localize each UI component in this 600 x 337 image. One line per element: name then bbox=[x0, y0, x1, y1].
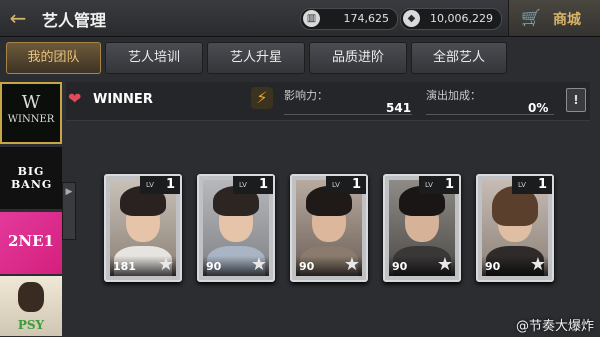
page-title: 艺人管理 bbox=[42, 11, 107, 30]
tab-star-up[interactable]: 艺人升星 bbox=[207, 42, 305, 74]
tab-all-artists[interactable]: 全部艺人 bbox=[411, 42, 507, 74]
level-tag: LV 1 bbox=[140, 176, 180, 194]
card-footer: 90 ★ bbox=[389, 254, 455, 276]
level-tag: LV 1 bbox=[419, 176, 459, 194]
level-value: 1 bbox=[444, 177, 454, 192]
shop-label: 商城 bbox=[553, 12, 581, 28]
sidebar-item-2ne1[interactable]: 2NE1 bbox=[0, 212, 62, 274]
top-bar: ← 艺人管理 ▥ 174,625 ◆ 10,006,229 🛒 商城 bbox=[0, 0, 600, 37]
watermark: @节奏大爆炸 bbox=[515, 319, 594, 334]
level-tag: LV 1 bbox=[512, 176, 552, 194]
member-card[interactable]: LV 1 90 ★ bbox=[476, 174, 554, 282]
tab-quality[interactable]: 品质进阶 bbox=[309, 42, 407, 74]
level-tag: LV 1 bbox=[233, 176, 273, 194]
chevron-right-icon: ▶ bbox=[65, 187, 73, 197]
bonus-label: 演出加成： bbox=[426, 89, 481, 102]
sidebar-label-2ne1: 2NE1 bbox=[7, 232, 55, 250]
group-name: WINNER bbox=[93, 92, 153, 107]
tab-training[interactable]: 艺人培训 bbox=[105, 42, 203, 74]
ticket-icon: ▥ bbox=[303, 10, 320, 27]
bonus-underline bbox=[426, 114, 554, 115]
diamond-resource: ◆ 10,006,229 bbox=[400, 8, 502, 30]
level-value: 1 bbox=[258, 177, 268, 192]
member-card[interactable]: LV 1 90 ★ bbox=[197, 174, 275, 282]
influence-underline bbox=[284, 114, 412, 115]
member-power: 90 bbox=[299, 260, 315, 273]
member-power: 90 bbox=[206, 260, 222, 273]
influence-label: 影响力： bbox=[284, 89, 328, 102]
level-label: LV bbox=[239, 181, 247, 189]
card-footer: 90 ★ bbox=[203, 254, 269, 276]
ticket-count: 174,625 bbox=[343, 12, 390, 25]
shop-button[interactable]: 🛒 商城 bbox=[508, 0, 600, 36]
card-footer: 90 ★ bbox=[482, 254, 548, 276]
star-icon: ★ bbox=[436, 254, 453, 275]
star-icon: ★ bbox=[250, 254, 267, 275]
info-alert-icon[interactable]: ! bbox=[566, 88, 586, 112]
diamond-count: 10,006,229 bbox=[430, 12, 493, 25]
member-power: 90 bbox=[392, 260, 408, 273]
level-label: LV bbox=[518, 181, 526, 189]
sidebar-item-winner[interactable]: W WINNER bbox=[0, 82, 62, 144]
winner-logo-mark: W bbox=[21, 92, 41, 113]
ticket-resource: ▥ 174,625 bbox=[300, 8, 398, 30]
level-tag: LV 1 bbox=[326, 176, 366, 194]
level-label: LV bbox=[332, 181, 340, 189]
sidebar-label-psy: PSY bbox=[17, 318, 45, 332]
cart-icon: 🛒 bbox=[521, 8, 541, 27]
lightning-icon[interactable]: ⚡ bbox=[251, 87, 273, 109]
level-label: LV bbox=[425, 181, 433, 189]
star-icon: ★ bbox=[343, 254, 360, 275]
sidebar-collapse-handle[interactable]: ▶ bbox=[62, 182, 76, 240]
member-power: 90 bbox=[485, 260, 501, 273]
back-arrow-icon[interactable]: ← bbox=[6, 6, 30, 30]
member-card[interactable]: LV 1 181 ★ bbox=[104, 174, 182, 282]
member-card[interactable]: LV 1 90 ★ bbox=[383, 174, 461, 282]
tab-my-team[interactable]: 我的团队 bbox=[6, 42, 101, 74]
sidebar-label-winner: WINNER bbox=[7, 114, 55, 125]
member-card[interactable]: LV 1 90 ★ bbox=[290, 174, 368, 282]
influence-value: 541 bbox=[386, 101, 412, 115]
level-value: 1 bbox=[351, 177, 361, 192]
sidebar-label-bigbang: BIG BANG bbox=[11, 165, 53, 191]
diamond-icon: ◆ bbox=[403, 10, 420, 27]
member-power: 181 bbox=[113, 260, 136, 273]
card-footer: 181 ★ bbox=[110, 254, 176, 276]
level-value: 1 bbox=[537, 177, 547, 192]
star-icon: ★ bbox=[157, 254, 174, 275]
bonus-value: 0% bbox=[528, 101, 549, 115]
psy-avatar bbox=[18, 282, 44, 312]
card-footer: 90 ★ bbox=[296, 254, 362, 276]
sidebar-item-psy[interactable]: PSY bbox=[0, 276, 62, 336]
group-info-bar: ❤ WINNER ⚡ 影响力： 541 演出加成： 0% ! bbox=[66, 82, 590, 121]
level-label: LV bbox=[146, 181, 154, 189]
heart-icon[interactable]: ❤ bbox=[68, 89, 81, 108]
star-icon: ★ bbox=[529, 254, 546, 275]
level-value: 1 bbox=[165, 177, 175, 192]
sidebar-item-bigbang[interactable]: BIG BANG bbox=[0, 147, 62, 209]
